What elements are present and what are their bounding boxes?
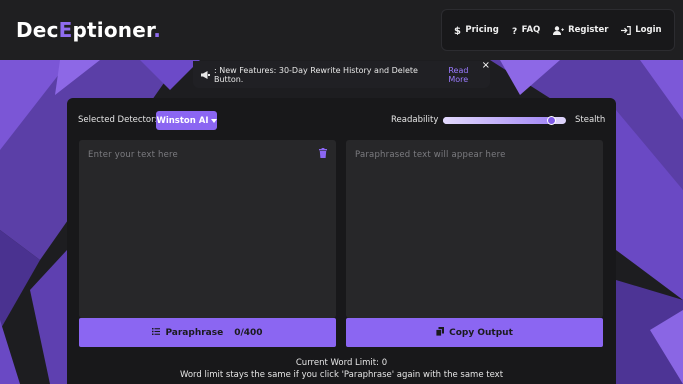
word-limit-note: Word limit stays the same if you click '… [179,370,504,380]
nav-pricing-label: Pricing [465,25,499,35]
nav-faq[interactable]: ? FAQ [512,25,541,35]
banner-close-button[interactable]: × [482,61,490,71]
megaphone-icon [201,70,210,79]
slider-fill [443,117,552,124]
input-placeholder: Enter your text here [88,150,178,160]
output-placeholder: Paraphrased text will appear here [355,150,506,160]
readability-stealth-slider[interactable] [443,116,566,125]
detector-label: Selected Detector: [78,115,158,125]
copy-output-label: Copy Output [449,327,513,338]
paraphrase-button[interactable]: Paraphrase 0/400 [79,318,336,347]
svg-text:$: $ [454,26,461,35]
banner-text: : New Features: 30-Day Rewrite History a… [214,65,418,84]
output-textarea[interactable]: Paraphrased text will appear here [346,140,603,318]
top-navbar: DecEptioner. $ Pricing ? FAQ Register Lo… [0,0,683,60]
slider-thumb[interactable] [547,116,557,125]
nav-register[interactable]: Register [553,25,608,35]
input-textarea[interactable]: Enter your text here [79,140,336,318]
stealth-label: Stealth [575,115,606,125]
dollar-icon: $ [454,25,461,35]
copy-output-button[interactable]: Copy Output [346,318,603,347]
announcement-banner: : New Features: 30-Day Rewrite History a… [193,61,490,88]
word-count: 0/400 [234,327,263,338]
login-icon [621,25,632,35]
copy-icon [435,326,445,339]
detector-dropdown[interactable]: Winston AI [156,111,217,130]
nav-register-label: Register [568,25,609,35]
current-word-limit: Current Word Limit: 0 [295,358,388,368]
question-icon: ? [512,25,518,35]
caret-down-icon [210,116,217,126]
nav-login[interactable]: Login [621,25,662,35]
paraphraser-panel: Selected Detector: Winston AI Readabilit… [67,98,616,384]
svg-text:?: ? [512,27,517,35]
detector-value: Winston AI [156,115,209,126]
list-icon [152,327,161,338]
trash-icon[interactable] [319,148,327,161]
nav-menu: $ Pricing ? FAQ Register Login [441,9,675,51]
brand-logo[interactable]: DecEptioner. [16,18,161,42]
paraphrase-label: Paraphrase [165,327,224,338]
nav-faq-label: FAQ [521,25,541,35]
readability-label: Readability [391,115,439,125]
nav-login-label: Login [635,25,662,35]
user-plus-icon [553,25,564,35]
nav-pricing[interactable]: $ Pricing [454,25,498,35]
